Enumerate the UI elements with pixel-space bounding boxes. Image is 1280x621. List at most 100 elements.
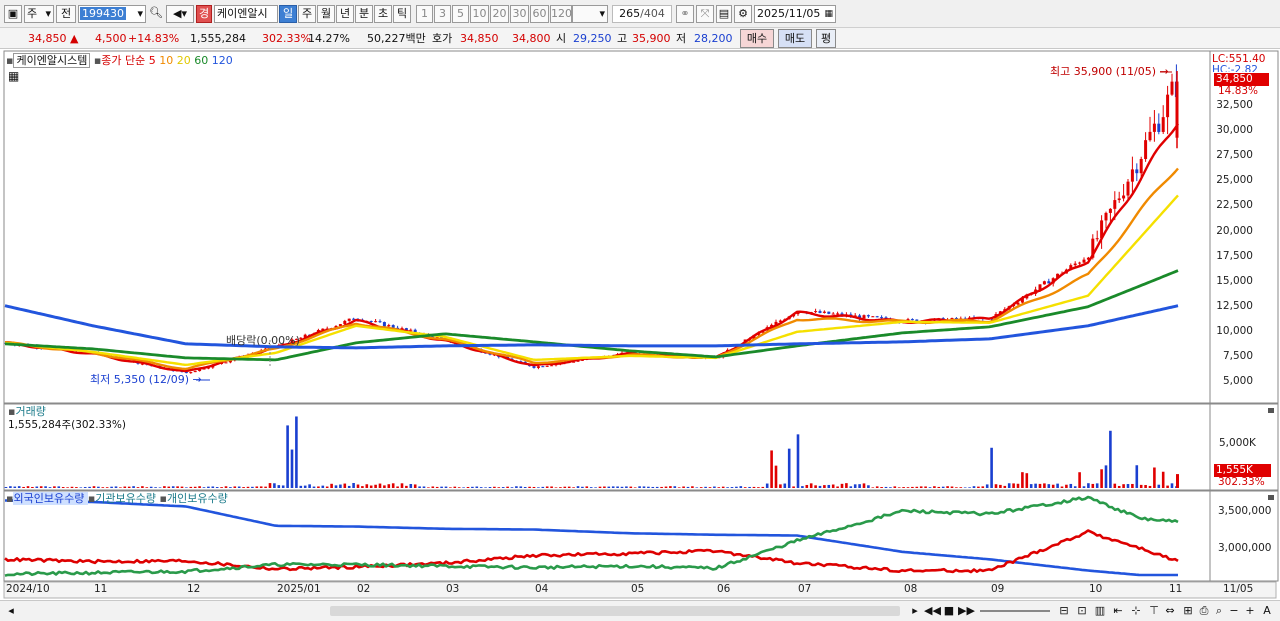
draw-icon[interactable]: ⤧ (696, 5, 714, 23)
y-tick-label: 10,000 (1216, 324, 1253, 337)
candle-body (1078, 262, 1082, 264)
search-icon[interactable]: 🔍︎ (148, 5, 164, 23)
interval-button-60[interactable]: 60 (530, 5, 549, 23)
ma-legend-10[interactable]: 10 (159, 54, 177, 67)
volume-bar (691, 486, 694, 488)
zoom-slider[interactable] (980, 610, 1050, 612)
volume-bar (669, 486, 672, 488)
holdings-legend-0[interactable]: 외국인보유수량 (13, 492, 88, 505)
volume-bar (607, 486, 611, 488)
gear-icon[interactable]: ⚙ (734, 5, 752, 23)
sell-button[interactable]: 매도 (778, 29, 812, 48)
code-input[interactable]: 199430 ▾ (78, 5, 146, 23)
layout-icon[interactable]: ⊟ (1056, 603, 1072, 621)
period-tab-1[interactable]: 주 (298, 5, 316, 23)
volume-bar (281, 485, 285, 488)
link-icon[interactable]: ⚭ (676, 5, 694, 23)
buy-button[interactable]: 매수 (740, 29, 774, 48)
text-size-icon[interactable]: A (1260, 603, 1274, 621)
period-tab-2[interactable]: 월 (317, 5, 335, 23)
period-tab-5[interactable]: 초 (374, 5, 392, 23)
volume-bar (163, 486, 166, 488)
print-icon[interactable]: ⎙ (1196, 603, 1212, 621)
rewind-icon[interactable]: ◀◀ (924, 603, 941, 621)
candle-body (875, 316, 879, 318)
volume-bar (88, 486, 91, 488)
stock-name-field[interactable]: 케이엔알시 (214, 5, 278, 23)
interval-button-120[interactable]: 120 (550, 5, 572, 23)
holdings-legend-2[interactable]: 개인보유수량 (167, 492, 228, 505)
candle-body (910, 319, 914, 321)
volume-bar (977, 486, 980, 488)
scrollbar-thumb[interactable] (330, 606, 900, 616)
measure-icon[interactable]: ⇤ (1110, 603, 1126, 621)
volume-bar (884, 486, 888, 488)
volume-bar (405, 485, 408, 488)
candle-body (1082, 259, 1086, 263)
volume-bar (75, 487, 78, 488)
volume-bar (963, 487, 967, 488)
scroll-right-icon[interactable]: ▸ (908, 603, 922, 621)
speaker-icon[interactable]: ◀▾ (166, 5, 194, 23)
period-tab-0[interactable]: 일 (279, 5, 297, 23)
volume-bar (1038, 483, 1042, 488)
chart-type-icon[interactable]: ▥ (1092, 603, 1108, 621)
interval-button-3[interactable]: 3 (434, 5, 451, 23)
holdings-legend-1[interactable]: 기관보유수량 (95, 492, 159, 505)
holdings-legend: ▪외국인보유수량 ▪기관보유수량 ▪개인보유수량 (6, 492, 228, 505)
zoom-in-icon[interactable]: + (1244, 603, 1256, 621)
period-tab-6[interactable]: 틱 (393, 5, 411, 23)
tool-icon[interactable]: ⊤ (1146, 603, 1162, 621)
interval-button-20[interactable]: 20 (490, 5, 509, 23)
interval-button-1[interactable]: 1 (416, 5, 433, 23)
x-tick-label: 04 (535, 583, 549, 595)
date-input[interactable]: 2025/11/05 ▦ (754, 5, 836, 23)
grid-toggle-icon[interactable]: ▦ (8, 70, 19, 83)
volume-bar (1095, 483, 1099, 488)
split-icon[interactable]: ⊡ (1074, 603, 1090, 621)
ma-legend-20[interactable]: 20 (177, 54, 195, 67)
fit-icon[interactable]: ⊞ (1180, 603, 1196, 621)
ask-price: 34,850 (460, 32, 499, 45)
range-icon[interactable]: ⇔ (1162, 603, 1178, 621)
volume-bar (317, 486, 320, 488)
period-select[interactable]: 주 ▾ (24, 5, 54, 23)
volume-bar (167, 486, 171, 488)
forward-icon[interactable]: ▶▶ (958, 603, 975, 621)
volume-legend: ▪거래량 (8, 405, 46, 418)
zoom-out-icon[interactable]: − (1228, 603, 1240, 621)
volume-bar (237, 486, 241, 488)
custom-interval-select[interactable]: ▾ (572, 5, 608, 23)
save-icon[interactable]: ▤ (716, 5, 732, 23)
ma-legend-5[interactable]: 5 (149, 54, 160, 67)
eval-button[interactable]: 평 (816, 29, 836, 48)
period-tab-4[interactable]: 분 (355, 5, 373, 23)
volume-bar (286, 425, 289, 488)
volume-bar (308, 484, 311, 488)
magnifier-icon[interactable]: ⌕ (1212, 603, 1226, 621)
chart-menu-icon[interactable]: ▣ (4, 5, 22, 23)
low-marker: 최저 5,350 (12/09) → (90, 373, 202, 386)
volume-bar (1073, 486, 1077, 488)
interval-button-10[interactable]: 10 (470, 5, 489, 23)
volume-bar (1069, 483, 1073, 488)
prev-button[interactable]: 전 (56, 5, 76, 23)
count-display[interactable]: 265/404 (612, 5, 672, 23)
total-value: /404 (640, 7, 665, 20)
period-tab-3[interactable]: 년 (336, 5, 354, 23)
volume-bar (79, 487, 83, 488)
volume-bar (924, 486, 927, 488)
candle-body (836, 313, 840, 315)
volume-bar (48, 487, 52, 488)
volume-bar (537, 487, 540, 488)
ma-legend-120[interactable]: 120 (212, 54, 233, 67)
stock-label[interactable]: 케이엔알시스템 (13, 53, 91, 68)
crosshair-icon[interactable]: ⊹ (1128, 603, 1144, 621)
ma-legend-60[interactable]: 60 (194, 54, 212, 67)
interval-button-5[interactable]: 5 (452, 5, 469, 23)
stop-icon[interactable]: ■ (942, 603, 956, 621)
interval-button-30[interactable]: 30 (510, 5, 529, 23)
volume-bar (1131, 483, 1134, 488)
scroll-left-icon[interactable]: ◂ (4, 603, 18, 621)
volume-bar (1021, 472, 1024, 488)
